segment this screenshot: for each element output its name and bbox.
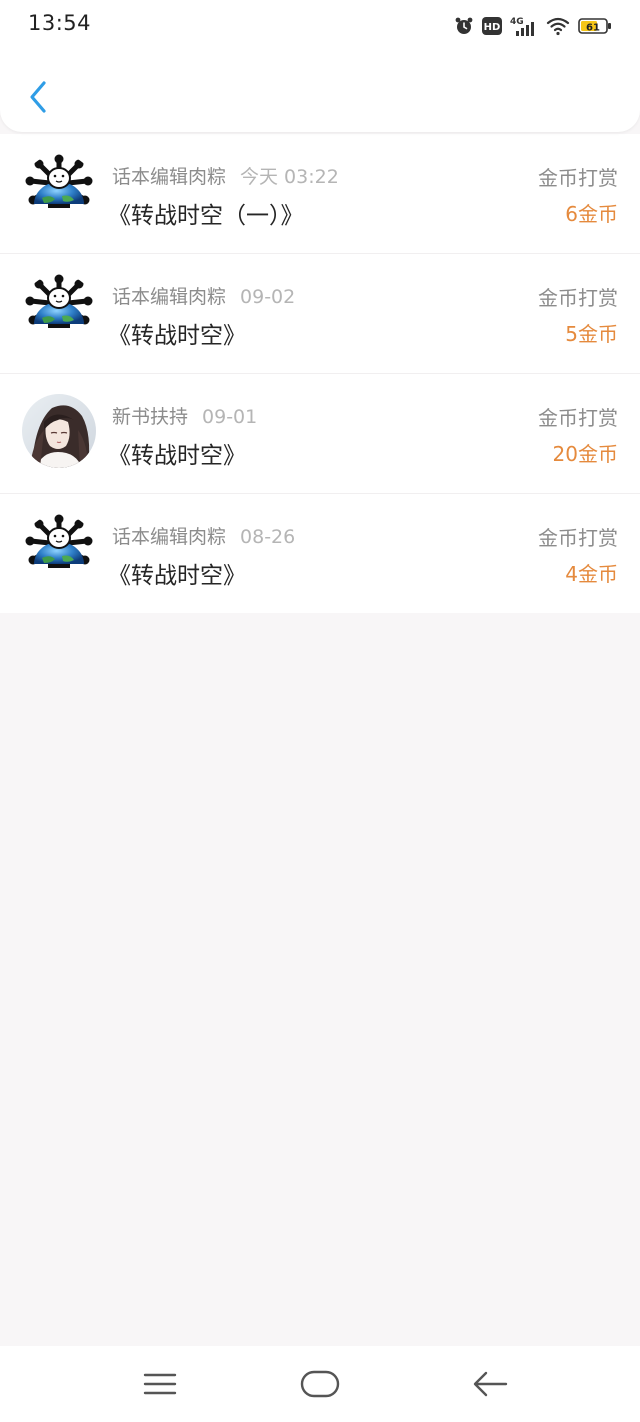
header: 13:54 HD 4G 61 — [0, 0, 640, 132]
record-meta: 新书扶持 09-01 — [112, 402, 257, 429]
globe-logo-avatar — [22, 274, 96, 348]
book-title: 《转战时空》 — [108, 323, 246, 349]
hd-icon: HD — [482, 17, 502, 35]
reward-list: 话本编辑肉粽 今天 03:22 《转战时空（一）》 金币打赏 6金币 话本编辑肉… — [0, 134, 640, 613]
record-date: 09-01 — [202, 406, 258, 428]
home-icon — [300, 1370, 340, 1398]
menu-button[interactable] — [138, 1366, 182, 1402]
sender-name: 新书扶持 — [112, 406, 189, 428]
book-title: 《转战时空》 — [108, 443, 246, 469]
chevron-left-icon — [30, 81, 46, 113]
reward-amount: 20金币 — [552, 442, 618, 466]
signal-4g-icon: 4G — [510, 15, 538, 37]
status-bar: 13:54 HD 4G 61 — [0, 0, 640, 50]
home-button[interactable] — [298, 1366, 342, 1402]
list-item[interactable]: 话本编辑肉粽 09-02 《转战时空》 金币打赏 5金币 — [0, 253, 640, 373]
record-date: 08-26 — [240, 526, 296, 548]
back-arrow-icon — [473, 1371, 508, 1397]
reward-type: 金币打赏 — [538, 166, 618, 190]
wifi-icon — [546, 16, 570, 36]
globe-logo-avatar — [22, 514, 96, 588]
reward-amount: 6金币 — [565, 202, 618, 226]
list-item[interactable]: 话本编辑肉粽 08-26 《转战时空》 金币打赏 4金币 — [0, 493, 640, 613]
record-meta: 话本编辑肉粽 今天 03:22 — [112, 162, 339, 189]
reward-type: 金币打赏 — [538, 406, 618, 430]
battery-level: 61 — [586, 23, 600, 34]
reward-type: 金币打赏 — [538, 526, 618, 550]
reward-type: 金币打赏 — [538, 286, 618, 310]
reward-amount: 4金币 — [565, 562, 618, 586]
hd-label: HD — [484, 22, 501, 33]
reward-amount: 5金币 — [565, 322, 618, 346]
record-meta: 话本编辑肉粽 08-26 — [112, 522, 295, 549]
status-time: 13:54 — [28, 11, 92, 35]
list-item[interactable]: 新书扶持 09-01 《转战时空》 金币打赏 20金币 — [0, 373, 640, 493]
character-portrait-avatar — [22, 394, 96, 468]
back-button[interactable] — [18, 74, 58, 120]
menu-icon — [143, 1373, 177, 1395]
book-title: 《转战时空（一）》 — [108, 203, 304, 229]
alarm-icon — [454, 16, 474, 36]
globe-logo-avatar — [22, 154, 96, 228]
system-nav-bar — [0, 1346, 640, 1422]
network-label: 4G — [510, 17, 524, 27]
list-item[interactable]: 话本编辑肉粽 今天 03:22 《转战时空（一）》 金币打赏 6金币 — [0, 134, 640, 253]
sender-name: 话本编辑肉粽 — [112, 166, 227, 188]
status-icons: HD 4G 61 — [454, 13, 612, 39]
sender-name: 话本编辑肉粽 — [112, 526, 227, 548]
battery-icon: 61 — [578, 17, 612, 35]
back-nav-button[interactable] — [468, 1366, 512, 1402]
record-date: 今天 03:22 — [240, 166, 339, 188]
record-date: 09-02 — [240, 286, 296, 308]
book-title: 《转战时空》 — [108, 563, 246, 589]
sender-name: 话本编辑肉粽 — [112, 286, 227, 308]
record-meta: 话本编辑肉粽 09-02 — [112, 282, 295, 309]
